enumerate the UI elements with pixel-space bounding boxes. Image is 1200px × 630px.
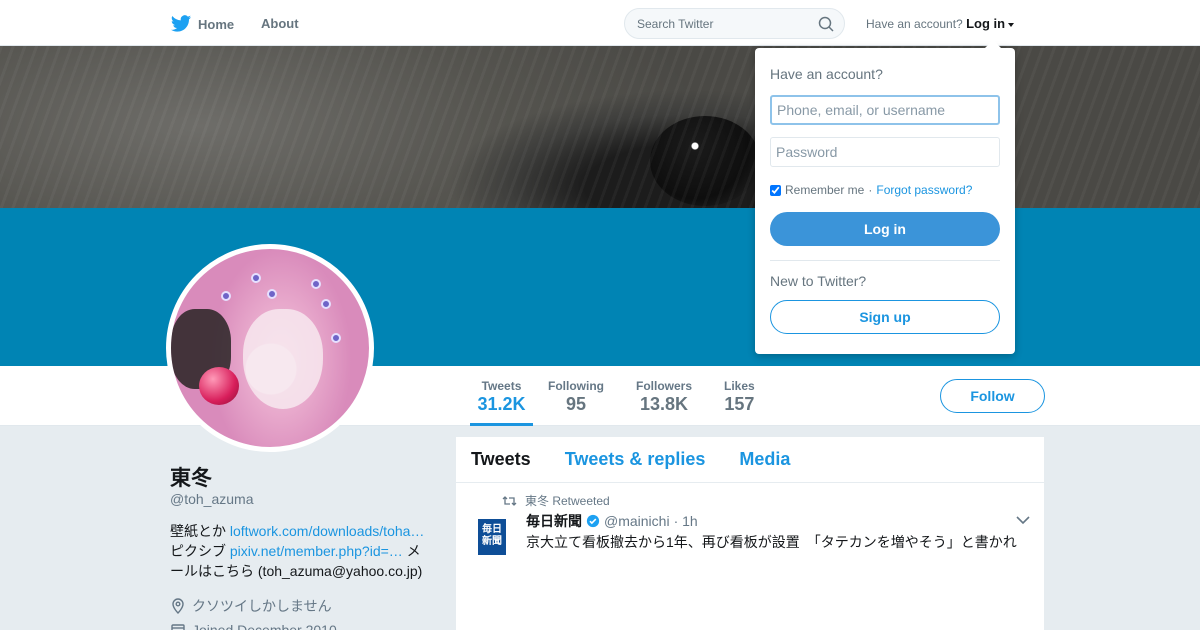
- profile-name: 東冬: [170, 467, 212, 490]
- retweet-icon: [502, 495, 517, 506]
- stat-value: 13.8K: [639, 394, 689, 414]
- tweet-header: 毎日新聞 @mainichi · 1h: [526, 511, 698, 531]
- joined-text: Joined December 2010: [192, 622, 337, 630]
- apple-image: [199, 367, 239, 405]
- stat-likes[interactable]: Likes 157: [724, 379, 755, 415]
- retweet-context: 東冬 Retweeted: [502, 492, 610, 509]
- have-account-text: Have an account?: [866, 17, 963, 31]
- verified-badge-icon: [586, 514, 600, 528]
- stat-tweets[interactable]: Tweets 31.2K: [470, 379, 533, 426]
- tweet-text: 京大立て看板撤去から1年、再び看板が設置 「タテカンを増やそう」と書かれ: [526, 534, 1017, 550]
- bio-link-loftwork[interactable]: loftwork.com/downloads/toha…: [230, 523, 425, 539]
- avatar[interactable]: [166, 244, 374, 452]
- stat-value: 157: [724, 394, 755, 414]
- login-dropdown: Have an account? Remember me · Forgot pa…: [755, 40, 1015, 354]
- dropdown-title: Have an account?: [770, 66, 883, 82]
- chevron-down-icon[interactable]: [1016, 515, 1030, 525]
- stat-label: Following: [548, 379, 604, 393]
- username-field[interactable]: [770, 95, 1000, 125]
- stat-following[interactable]: Following 95: [548, 379, 604, 415]
- tab-media[interactable]: Media: [739, 449, 790, 470]
- twitter-bird-icon: [170, 15, 192, 32]
- login-menu-label[interactable]: Log in: [966, 16, 1005, 31]
- login-menu[interactable]: Have an account? Log in: [866, 16, 1015, 31]
- stat-value: 31.2K: [477, 394, 526, 414]
- tweet-time[interactable]: · 1h: [674, 513, 698, 529]
- follow-button[interactable]: Follow: [940, 379, 1045, 413]
- profile-handle: @toh_azuma: [170, 491, 254, 507]
- tab-tweets-replies[interactable]: Tweets & replies: [565, 449, 706, 470]
- profile-bio: 壁紙とか loftwork.com/downloads/toha… ピクシブ p…: [170, 523, 425, 579]
- location-pin-icon: [172, 598, 184, 614]
- stat-value: 95: [565, 394, 587, 414]
- retweet-context-text: 東冬 Retweeted: [525, 494, 610, 508]
- stat-label: Tweets: [481, 379, 522, 393]
- login-button[interactable]: Log in: [770, 212, 1000, 246]
- divider: [770, 260, 1000, 261]
- top-bar: Home About Have an account? Log in: [0, 0, 1200, 46]
- stat-label: Likes: [724, 379, 755, 393]
- remember-row: Remember me · Forgot password?: [770, 183, 972, 197]
- stat-followers[interactable]: Followers 13.8K: [636, 379, 692, 415]
- profile-joined: Joined December 2010: [170, 622, 337, 630]
- timeline: Tweets Tweets & replies Media 東冬 Retweet…: [456, 437, 1044, 630]
- search-box: [624, 8, 845, 39]
- profile-banner: [0, 46, 1200, 208]
- profile-location: クソツイしかしません: [170, 596, 332, 616]
- signup-button[interactable]: Sign up: [770, 300, 1000, 334]
- forgot-password-link[interactable]: Forgot password?: [876, 183, 972, 197]
- remember-label: Remember me: [785, 183, 865, 197]
- calendar-icon: [171, 624, 185, 630]
- nav-home[interactable]: Home: [170, 13, 234, 35]
- stat-label: Followers: [636, 379, 693, 393]
- search-icon[interactable]: [818, 16, 834, 32]
- bio-link-pixiv[interactable]: pixiv.net/member.php?id=…: [230, 543, 403, 559]
- new-to-twitter-text: New to Twitter?: [770, 273, 867, 289]
- location-text: クソツイしかしません: [192, 598, 332, 614]
- password-field[interactable]: [770, 137, 1000, 167]
- remember-checkbox[interactable]: [770, 184, 781, 196]
- tweet-author-avatar[interactable]: 毎日新聞: [478, 519, 506, 555]
- search-input[interactable]: [625, 9, 805, 38]
- tab-tweets[interactable]: Tweets: [471, 449, 531, 470]
- caret-down-icon: [1008, 22, 1015, 27]
- timeline-tabs: Tweets Tweets & replies Media: [456, 437, 1044, 483]
- tweet-author-name[interactable]: 毎日新聞: [526, 511, 582, 531]
- nav-about[interactable]: About: [261, 16, 299, 31]
- tweet-author-handle[interactable]: @mainichi: [604, 513, 670, 529]
- nav-home-label: Home: [198, 16, 235, 32]
